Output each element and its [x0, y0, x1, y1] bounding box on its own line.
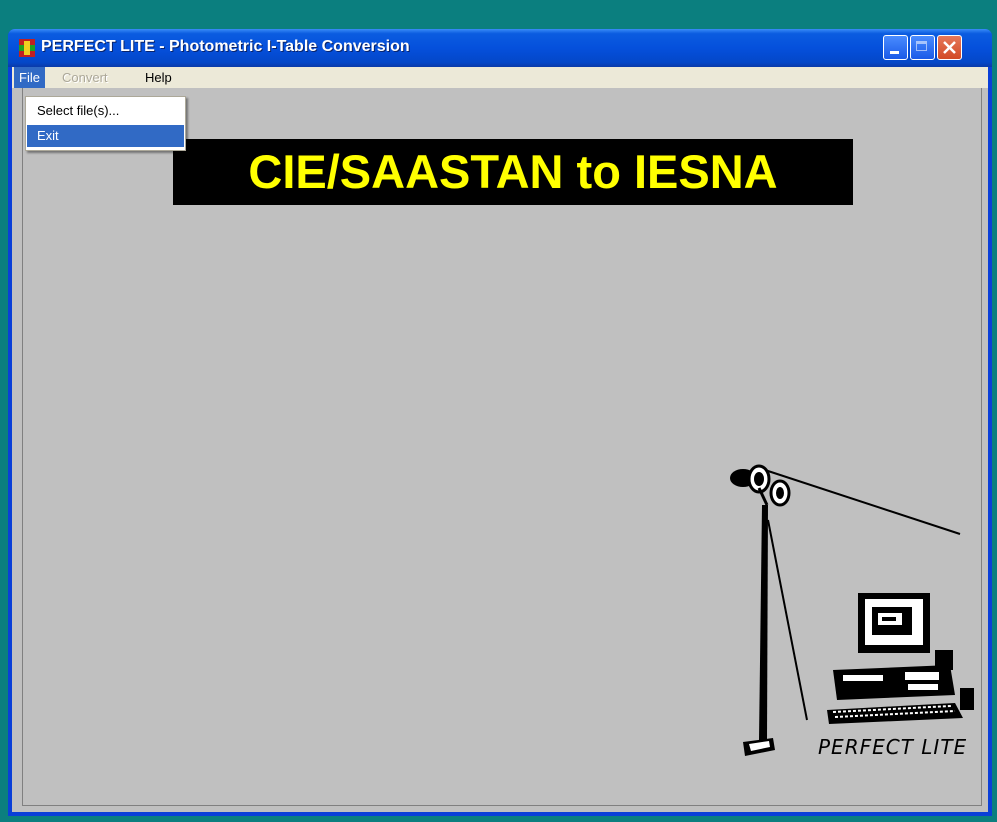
minimize-button[interactable]: [883, 35, 908, 60]
perfect-lite-logo: [730, 464, 974, 756]
file-dropdown-menu: Select file(s)... Exit: [25, 96, 186, 151]
menu-convert[interactable]: Convert: [57, 67, 113, 88]
banner-title: CIE/SAASTAN to IESNA: [248, 145, 778, 198]
window-title: PERFECT LITE - Photometric I-Table Conve…: [41, 38, 410, 55]
menu-bar: File Convert Help: [12, 67, 988, 88]
computer-icon: [827, 593, 974, 724]
menu-item-select-files[interactable]: Select file(s)...: [27, 100, 184, 122]
maximize-button[interactable]: [910, 35, 935, 60]
menu-file[interactable]: File: [14, 67, 45, 88]
close-icon: [943, 41, 956, 54]
maximize-icon: [916, 41, 927, 51]
app-icon[interactable]: [19, 39, 35, 57]
title-bar[interactable]: PERFECT LITE - Photometric I-Table Conve…: [8, 29, 992, 67]
menu-help[interactable]: Help: [140, 67, 177, 88]
close-button[interactable]: [937, 35, 962, 60]
conversion-banner: CIE/SAASTAN to IESNA: [173, 139, 853, 205]
menu-item-exit[interactable]: Exit: [27, 125, 184, 147]
minimize-icon: [890, 51, 899, 54]
logo-text: PERFECT LITE: [818, 735, 968, 759]
